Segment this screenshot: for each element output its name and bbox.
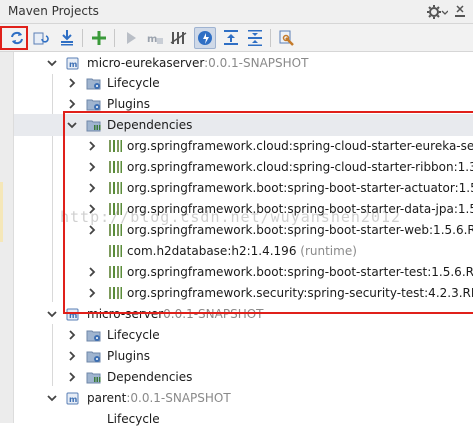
run-build-button[interactable] <box>120 27 142 49</box>
folder-library-icon <box>86 369 102 385</box>
download-sources-button[interactable] <box>56 27 78 49</box>
tree-node-lifecycle[interactable]: Lifecycle <box>14 408 473 430</box>
gutter-highlight <box>0 182 3 242</box>
chevron-right-icon[interactable] <box>86 287 98 299</box>
dependency-item[interactable]: org.springframework.cloud:spring-cloud-s… <box>14 156 473 178</box>
folder-gear-icon <box>86 327 102 343</box>
dependency-item[interactable]: com.h2database:h2:1.4.196 (runtime) <box>14 240 473 262</box>
chevron-right-icon[interactable] <box>86 266 98 278</box>
svg-text:m: m <box>69 60 77 69</box>
toggle-offline-button[interactable] <box>168 27 190 49</box>
tree-node-plugins[interactable]: Plugins <box>14 93 473 115</box>
library-icon <box>107 285 123 301</box>
show-dependencies-button[interactable] <box>220 27 242 49</box>
generate-sources-button[interactable] <box>30 27 52 49</box>
dependency-item[interactable]: org.springframework.security:spring-secu… <box>14 282 473 304</box>
project-version: 0.0.1-SNAPSHOT <box>163 307 264 321</box>
dependencies-label: Dependencies <box>107 370 193 384</box>
library-icon <box>107 243 123 259</box>
tree-node-dependencies[interactable]: Dependencies <box>14 114 473 136</box>
chevron-down-icon[interactable] <box>66 119 78 131</box>
left-gutter <box>0 52 14 423</box>
tree-node-dependencies[interactable]: Dependencies <box>14 366 473 388</box>
tree-node-project[interactable]: m micro-eurekaserver:0.0.1-SNAPSHOT <box>14 52 473 74</box>
dependency-coordinates: com.h2database:h2:1.4.196 <box>127 244 297 258</box>
maven-projects-tree: m micro-eurekaserver:0.0.1-SNAPSHOT Life… <box>14 52 473 426</box>
library-icon <box>107 159 123 175</box>
dependency-item[interactable]: org.springframework.cloud:spring-cloud-s… <box>14 135 473 157</box>
maven-settings-button[interactable] <box>276 27 298 49</box>
chevron-right-icon[interactable] <box>86 182 98 194</box>
hide-panel-icon[interactable] <box>452 2 470 22</box>
maven-project-icon: m <box>66 306 82 322</box>
dependency-coordinates: org.springframework.cloud:spring-cloud-s… <box>127 139 473 153</box>
dependency-coordinates: org.springframework.boot:spring-boot-sta… <box>127 265 473 279</box>
execute-goal-button[interactable]: m <box>144 27 166 49</box>
reimport-all-button[interactable] <box>6 27 28 49</box>
watermark-text: http://blog.csdn.net/wuyanshen2012 <box>60 208 402 226</box>
library-icon <box>107 180 123 196</box>
project-version: :0.0.1-SNAPSHOT <box>126 391 231 405</box>
dependency-coordinates: org.springframework.cloud:spring-cloud-s… <box>127 160 473 174</box>
panel-header: Maven Projects <box>0 0 473 24</box>
tree-node-lifecycle[interactable]: Lifecycle <box>14 72 473 94</box>
panel-title: Maven Projects <box>8 4 99 18</box>
dependency-item[interactable]: org.springframework.boot:spring-boot-sta… <box>14 177 473 199</box>
toolbar-separator <box>114 29 115 47</box>
folder-gear-icon <box>86 75 102 91</box>
folder-library-icon <box>86 117 102 133</box>
skip-tests-button[interactable] <box>194 27 216 49</box>
chevron-right-icon[interactable] <box>66 371 78 383</box>
dependency-item[interactable]: org.springframework.boot:spring-boot-sta… <box>14 261 473 283</box>
dependency-coordinates: org.springframework.boot:spring-boot-sta… <box>127 181 473 195</box>
chevron-down-icon[interactable] <box>46 308 58 320</box>
dependency-scope: (runtime) <box>296 244 357 258</box>
maven-project-icon: m <box>66 390 82 406</box>
project-version: :0.0.1-SNAPSHOT <box>204 56 309 70</box>
library-icon <box>107 264 123 280</box>
tree-node-project[interactable]: m parent:0.0.1-SNAPSHOT <box>14 387 473 409</box>
maven-project-icon: m <box>66 55 82 71</box>
toolbar-separator <box>82 29 83 47</box>
svg-text:m: m <box>147 34 157 45</box>
chevron-down-icon[interactable] <box>46 57 58 69</box>
chevron-right-icon[interactable] <box>66 350 78 362</box>
project-name: micro-eurekaserver <box>87 56 205 70</box>
folder-gear-icon <box>86 96 102 112</box>
folder-gear-icon <box>86 348 102 364</box>
project-name: micro-server <box>87 307 164 321</box>
dependencies-label: Dependencies <box>107 118 193 132</box>
tree-node-project[interactable]: m micro-server0.0.1-SNAPSHOT <box>14 303 473 325</box>
chevron-right-icon[interactable] <box>66 329 78 341</box>
tree-node-plugins[interactable]: Plugins <box>14 345 473 367</box>
project-name: parent <box>87 391 127 405</box>
chevron-right-icon[interactable] <box>86 161 98 173</box>
library-icon <box>107 138 123 154</box>
plugins-label: Plugins <box>107 97 150 111</box>
svg-text:m: m <box>69 311 77 320</box>
chevron-right-icon[interactable] <box>86 140 98 152</box>
chevron-right-icon[interactable] <box>66 77 78 89</box>
maven-toolbar: m <box>0 24 473 52</box>
collapse-all-button[interactable] <box>244 27 266 49</box>
chevron-right-icon[interactable] <box>66 98 78 110</box>
gear-icon[interactable] <box>426 2 449 22</box>
lifecycle-label: Lifecycle <box>107 76 160 90</box>
add-project-button[interactable] <box>88 27 110 49</box>
lifecycle-label: Lifecycle <box>107 412 160 426</box>
lifecycle-label: Lifecycle <box>107 328 160 342</box>
svg-text:m: m <box>69 395 77 404</box>
chevron-down-icon[interactable] <box>46 392 58 404</box>
toolbar-separator <box>270 29 271 47</box>
plugins-label: Plugins <box>107 349 150 363</box>
dependency-coordinates: org.springframework.security:spring-secu… <box>127 286 473 300</box>
tree-node-lifecycle[interactable]: Lifecycle <box>14 324 473 346</box>
